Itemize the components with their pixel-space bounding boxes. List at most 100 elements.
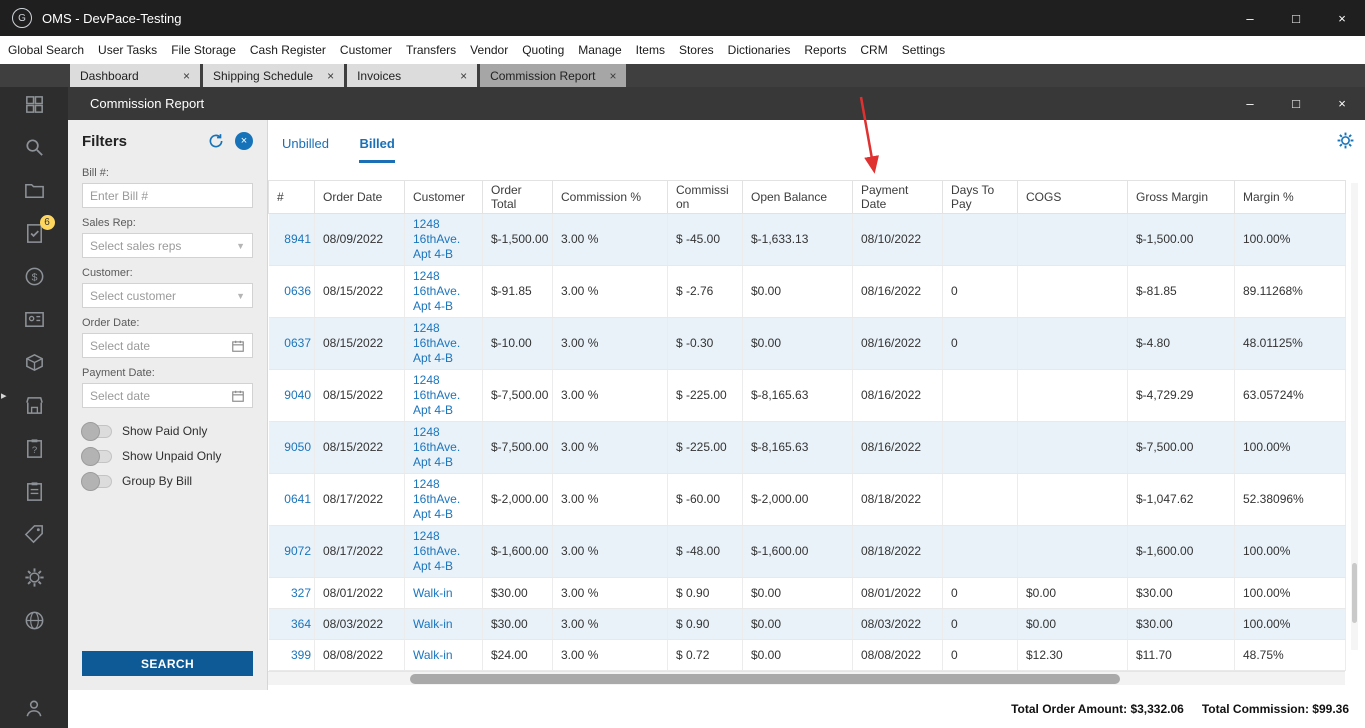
vertical-scrollbar[interactable] — [1351, 183, 1358, 650]
tag-icon[interactable] — [23, 523, 46, 546]
order-number-link[interactable]: 327 — [291, 586, 311, 600]
dashboard-icon[interactable] — [23, 93, 46, 116]
col-header-order-total[interactable]: Order Total — [482, 180, 553, 214]
gear-icon[interactable] — [23, 566, 46, 589]
col-header-payment-date[interactable]: Payment Date — [852, 180, 943, 214]
show-paid-only-toggle[interactable]: Show Paid Only — [81, 421, 253, 441]
order-number-link[interactable]: 399 — [291, 648, 311, 662]
col-header-order-date[interactable]: Order Date — [314, 180, 405, 214]
calendar-icon[interactable] — [231, 389, 245, 403]
order-number-link[interactable]: 9072 — [284, 544, 311, 558]
order-number-link[interactable]: 8941 — [284, 232, 311, 246]
tab-commission-report[interactable]: Commission Report × — [480, 64, 627, 87]
table-row[interactable]: 364 08/03/2022 Walk-in $30.00 3.00 % $ 0.90 $0… — [268, 608, 1346, 640]
customer-link[interactable]: 1248 16thAve. Apt 4-B — [413, 529, 460, 573]
col-header-open-balance[interactable]: Open Balance — [742, 180, 853, 214]
menu-item-transfers[interactable]: Transfers — [406, 43, 456, 57]
toggle-switch[interactable] — [81, 421, 112, 441]
minimize-button[interactable]: – — [1227, 0, 1273, 36]
customer-link[interactable]: 1248 16thAve. Apt 4-B — [413, 269, 460, 313]
sales-rep-select[interactable]: Select sales reps ▼ — [82, 233, 253, 258]
col-header-gross-margin[interactable]: Gross Margin — [1127, 180, 1235, 214]
menu-item-manage[interactable]: Manage — [578, 43, 621, 57]
inner-close-button[interactable]: × — [1319, 87, 1365, 120]
folder-icon[interactable] — [23, 179, 46, 202]
order-number-link[interactable]: 0641 — [284, 492, 311, 506]
refresh-icon[interactable] — [207, 132, 225, 150]
toggle-switch[interactable] — [81, 471, 112, 491]
customer-link[interactable]: 1248 16thAve. Apt 4-B — [413, 321, 460, 365]
col-header-cogs[interactable]: COGS — [1017, 180, 1128, 214]
order-number-link[interactable]: 0637 — [284, 336, 311, 350]
maximize-button[interactable]: □ — [1273, 0, 1319, 36]
customer-link[interactable]: 1248 16thAve. Apt 4-B — [413, 217, 460, 261]
menu-item-file-storage[interactable]: File Storage — [171, 43, 236, 57]
horizontal-scrollbar-thumb[interactable] — [410, 674, 1120, 684]
table-row[interactable]: 9040 08/15/2022 1248 16thAve. Apt 4-B $-7,5… — [268, 369, 1346, 422]
table-row[interactable]: 8941 08/09/2022 1248 16thAve. Apt 4-B $-1,5… — [268, 213, 1346, 266]
customer-link[interactable]: Walk-in — [413, 617, 453, 631]
tab-billed[interactable]: Billed — [359, 136, 395, 163]
tab-shipping-schedule[interactable]: Shipping Schedule × — [203, 64, 345, 87]
tab-close-icon[interactable]: × — [460, 69, 467, 83]
payment-date-input[interactable]: Select date — [82, 383, 253, 408]
customer-link[interactable]: 1248 16thAve. Apt 4-B — [413, 373, 460, 417]
search-button[interactable]: SEARCH — [82, 651, 253, 676]
tab-close-icon[interactable]: × — [609, 69, 616, 83]
customer-link[interactable]: 1248 16thAve. Apt 4-B — [413, 425, 460, 469]
order-number-link[interactable]: 9040 — [284, 388, 311, 402]
order-number-link[interactable]: 0636 — [284, 284, 311, 298]
show-unpaid-only-toggle[interactable]: Show Unpaid Only — [81, 446, 253, 466]
help-clipboard-icon[interactable]: ? — [23, 437, 46, 460]
bill-number-input[interactable]: Enter Bill # — [82, 183, 253, 208]
menu-item-settings[interactable]: Settings — [902, 43, 945, 57]
col-header-margin-pct[interactable]: Margin % — [1234, 180, 1346, 214]
menu-item-cash-register[interactable]: Cash Register — [250, 43, 326, 57]
menu-item-items[interactable]: Items — [636, 43, 665, 57]
menu-item-quoting[interactable]: Quoting — [522, 43, 564, 57]
menu-item-reports[interactable]: Reports — [804, 43, 846, 57]
contact-icon[interactable] — [23, 308, 46, 331]
user-icon[interactable] — [23, 697, 46, 720]
vertical-scrollbar-thumb[interactable] — [1352, 563, 1357, 623]
col-header-days-to-pay[interactable]: Days To Pay — [942, 180, 1018, 214]
col-header-commission-pct[interactable]: Commission % — [552, 180, 668, 214]
filters-close-icon[interactable]: × — [235, 132, 253, 150]
order-number-link[interactable]: 364 — [291, 617, 311, 631]
customer-link[interactable]: Walk-in — [413, 648, 453, 662]
close-button[interactable]: × — [1319, 0, 1365, 36]
menu-item-stores[interactable]: Stores — [679, 43, 714, 57]
inner-minimize-button[interactable]: – — [1227, 87, 1273, 120]
store-icon[interactable] — [23, 394, 46, 417]
inner-maximize-button[interactable]: □ — [1273, 87, 1319, 120]
customer-select[interactable]: Select customer ▼ — [82, 283, 253, 308]
menu-item-global-search[interactable]: Global Search — [8, 43, 84, 57]
tab-unbilled[interactable]: Unbilled — [282, 136, 329, 160]
menu-item-crm[interactable]: CRM — [860, 43, 887, 57]
table-row[interactable]: 399 08/08/2022 Walk-in $24.00 3.00 % $ 0.72 $0… — [268, 639, 1346, 671]
menu-item-customer[interactable]: Customer — [340, 43, 392, 57]
tab-close-icon[interactable]: × — [183, 69, 190, 83]
menu-item-vendor[interactable]: Vendor — [470, 43, 508, 57]
table-row[interactable]: 327 08/01/2022 Walk-in $30.00 3.00 % $ 0.90 $0… — [268, 577, 1346, 609]
toggle-switch[interactable] — [81, 446, 112, 466]
table-row[interactable]: 0637 08/15/2022 1248 16thAve. Apt 4-B $-10.… — [268, 317, 1346, 370]
globe-icon[interactable] — [23, 609, 46, 632]
col-header-order-number[interactable]: # — [268, 180, 315, 214]
col-header-commission[interactable]: Commission — [667, 180, 743, 214]
customer-link[interactable]: Walk-in — [413, 586, 453, 600]
order-date-input[interactable]: Select date — [82, 333, 253, 358]
inventory-icon[interactable] — [23, 351, 46, 374]
gear-icon[interactable] — [1336, 131, 1355, 150]
tab-close-icon[interactable]: × — [327, 69, 334, 83]
menu-item-user-tasks[interactable]: User Tasks — [98, 43, 157, 57]
tab-invoices[interactable]: Invoices × — [347, 64, 478, 87]
table-row[interactable]: 9072 08/17/2022 1248 16thAve. Apt 4-B $-1,6… — [268, 525, 1346, 578]
search-icon[interactable] — [23, 136, 46, 159]
money-icon[interactable]: $ — [23, 265, 46, 288]
col-header-customer[interactable]: Customer — [404, 180, 483, 214]
table-row[interactable]: 0641 08/17/2022 1248 16thAve. Apt 4-B $-2,0… — [268, 473, 1346, 526]
table-row[interactable]: 0636 08/15/2022 1248 16thAve. Apt 4-B $-91.… — [268, 265, 1346, 318]
table-row[interactable]: 9050 08/15/2022 1248 16thAve. Apt 4-B $-7,5… — [268, 421, 1346, 474]
menu-item-dictionaries[interactable]: Dictionaries — [728, 43, 791, 57]
